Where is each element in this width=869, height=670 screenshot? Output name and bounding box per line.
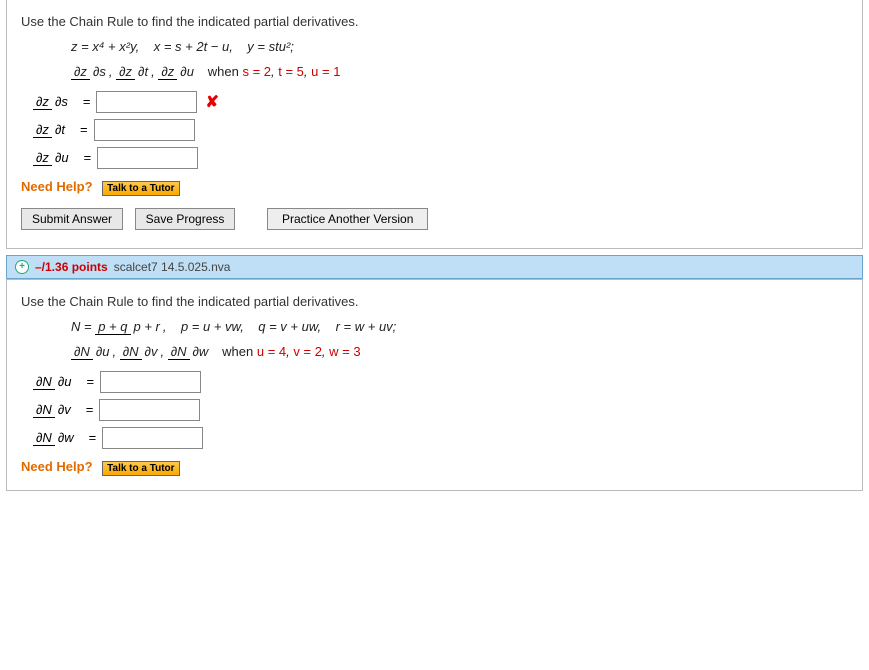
answer-dndw: ∂N∂w = xyxy=(33,427,848,449)
frac-dzdu: ∂z∂u xyxy=(158,62,197,83)
label-dzdt: ∂z∂t xyxy=(33,122,68,137)
label-dzdu: ∂z∂u xyxy=(33,150,72,165)
answer-dzdt: ∂z∂t = xyxy=(33,119,848,141)
frac-n: p + qp + r xyxy=(95,317,163,338)
when-text: when u = 4, v = 2, w = 3 xyxy=(222,344,360,359)
label-dndu: ∂N∂u xyxy=(33,374,74,389)
input-dzdt[interactable] xyxy=(94,119,195,141)
equation-block: N = p + qp + r, p = u + vw, q = v + uw, … xyxy=(71,317,848,363)
equals: = xyxy=(84,150,92,165)
question-ref: scalcet7 14.5.025.nva xyxy=(114,260,231,274)
need-help-label: Need Help? xyxy=(21,459,93,474)
input-dndu[interactable] xyxy=(100,371,201,393)
answer-dndv: ∂N∂v = xyxy=(33,399,848,421)
question-1: Use the Chain Rule to find the indicated… xyxy=(6,0,863,249)
need-help-label: Need Help? xyxy=(21,179,93,194)
frac-dndw: ∂N∂w xyxy=(168,342,212,363)
practice-another-button[interactable]: Practice Another Version xyxy=(267,208,428,230)
eq-y: y = stu²; xyxy=(247,39,294,54)
wrong-icon: ✘ xyxy=(205,92,218,112)
eq-x: x = s + 2t − u, xyxy=(154,39,233,54)
eq-q: q = v + uw, xyxy=(258,319,321,334)
eq-z: z = x⁴ + x²y, xyxy=(71,39,139,54)
question-header: + –/1.36 points scalcet7 14.5.025.nva xyxy=(6,255,863,279)
label-dzds: ∂z∂s xyxy=(33,94,71,109)
input-dzdu[interactable] xyxy=(97,147,198,169)
need-help-row: Need Help? Talk to a Tutor xyxy=(21,179,848,196)
instruction: Use the Chain Rule to find the indicated… xyxy=(21,14,848,29)
question-2: Use the Chain Rule to find the indicated… xyxy=(6,279,863,491)
when-text: when s = 2, t = 5, u = 1 xyxy=(208,64,341,79)
answer-dzdu: ∂z∂u = xyxy=(33,147,848,169)
frac-dzdt: ∂z∂t xyxy=(116,62,151,83)
talk-tutor-button[interactable]: Talk to a Tutor xyxy=(102,181,179,196)
label-dndv: ∂N∂v xyxy=(33,402,74,417)
input-dzds[interactable] xyxy=(96,91,197,113)
talk-tutor-button[interactable]: Talk to a Tutor xyxy=(102,461,179,476)
eq-n: N = xyxy=(71,319,95,334)
save-progress-button[interactable]: Save Progress xyxy=(135,208,236,230)
frac-dndu: ∂N∂u xyxy=(71,342,112,363)
eq-r: r = w + uv; xyxy=(336,319,397,334)
input-dndv[interactable] xyxy=(99,399,200,421)
equals: = xyxy=(86,402,94,417)
answer-dzds: ∂z∂s = ✘ xyxy=(33,91,848,113)
equals: = xyxy=(86,374,94,389)
button-row: Submit Answer Save Progress Practice Ano… xyxy=(21,208,848,230)
submit-answer-button[interactable]: Submit Answer xyxy=(21,208,123,230)
need-help-row: Need Help? Talk to a Tutor xyxy=(21,459,848,476)
equals: = xyxy=(80,122,88,137)
frac-dndv: ∂N∂v xyxy=(120,342,161,363)
answer-dndu: ∂N∂u = xyxy=(33,371,848,393)
input-dndw[interactable] xyxy=(102,427,203,449)
label-dndw: ∂N∂w xyxy=(33,430,77,445)
equals: = xyxy=(89,430,97,445)
equation-block: z = x⁴ + x²y, x = s + 2t − u, y = stu²; … xyxy=(71,37,848,83)
expand-icon[interactable]: + xyxy=(15,260,29,274)
instruction: Use the Chain Rule to find the indicated… xyxy=(21,294,848,309)
frac-dzds: ∂z∂s xyxy=(71,62,109,83)
equals: = xyxy=(83,94,91,109)
eq-p: p = u + vw, xyxy=(181,319,244,334)
points-label: –/1.36 points xyxy=(35,260,108,274)
